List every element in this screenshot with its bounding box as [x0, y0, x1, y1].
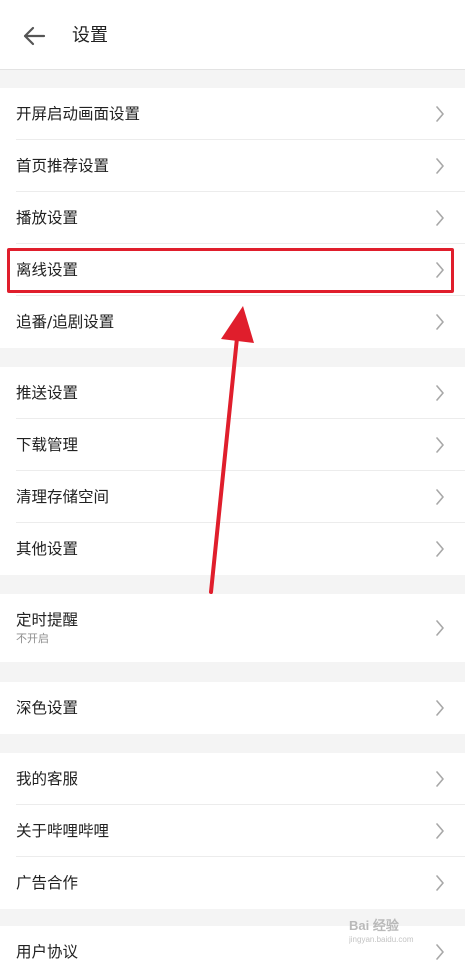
annotation-arrow: [209, 306, 254, 594]
baidu-jingyan-watermark: Bai 经验 jingyan.baidu.com: [349, 918, 414, 944]
watermark-url: jingyan.baidu.com: [349, 935, 414, 944]
watermark-logo-text: Bai 经验: [349, 918, 400, 933]
